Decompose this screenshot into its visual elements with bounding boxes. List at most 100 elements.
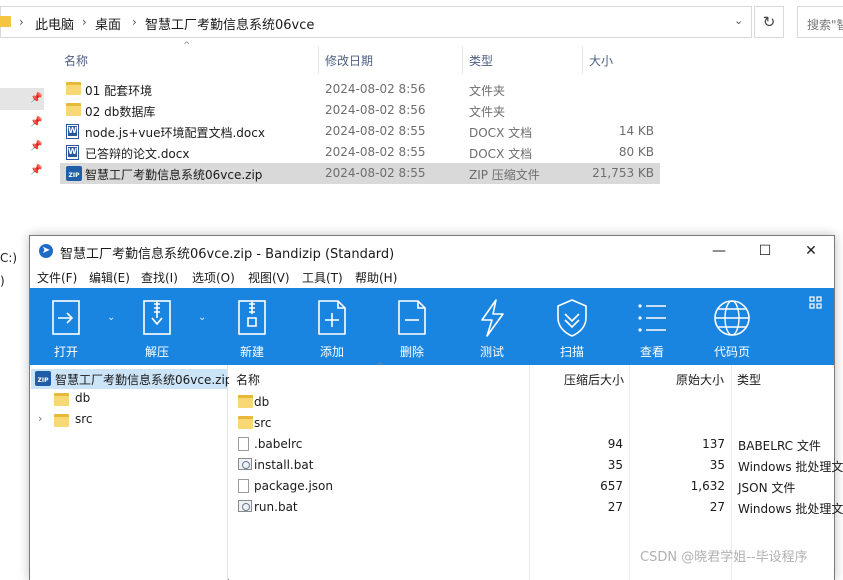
chevron-down-icon[interactable]: ⌄ [734,14,743,27]
column-header-name[interactable]: 名称 [236,371,260,388]
add-button[interactable]: 添加 [300,288,364,365]
entry-name: db [254,395,270,409]
archive-entry-row[interactable]: install.bat 35 35 Windows 批处理文件 [229,455,843,476]
view-label: 查看 [639,345,664,359]
menu-view[interactable]: 视图(V) [248,269,290,286]
archive-entry-row[interactable]: src [229,413,834,434]
delete-label: 删除 [399,345,424,359]
file-row[interactable]: node.js+vue环境配置文档.docx 2024-08-02 8:55 D… [60,121,660,142]
nav-pane-drive-label[interactable]: C:) [0,251,17,265]
add-label: 添加 [319,345,344,359]
column-divider[interactable] [318,46,319,74]
open-dropdown-chevron-icon[interactable]: ⌄ [107,312,115,323]
chevron-right-icon[interactable]: › [38,412,42,425]
breadcrumb-desktop[interactable]: 桌面 [95,14,121,33]
test-lightning-icon [481,299,504,337]
entry-compressed-size: 657 [600,479,623,493]
entry-original-size: 1,632 [690,479,725,493]
batch-file-icon [238,500,252,512]
column-divider[interactable] [462,46,463,74]
minimize-button[interactable]: — [696,236,742,266]
column-header-size[interactable]: 大小 [589,52,613,69]
new-archive-icon [238,300,266,335]
entry-name: package.json [254,479,334,493]
entry-compressed-size: 35 [607,458,623,472]
file-row[interactable]: 01 配套环境 2024-08-02 8:56 文件夹 [60,79,660,100]
tree-item-db[interactable]: db [30,389,226,409]
menu-file[interactable]: 文件(F) [37,269,77,286]
extract-button[interactable]: 解压 [125,288,189,365]
archive-entry-row[interactable]: .babelrc 94 137 BABELRC 文件 [229,434,834,455]
scan-button[interactable]: 扫描 [540,288,604,365]
column-header-compressed-size[interactable]: 压缩后大小 [564,371,624,388]
column-header-type[interactable]: 类型 [737,371,761,388]
extract-dropdown-chevron-icon[interactable]: ⌄ [198,312,206,323]
archive-entry-row[interactable]: db [229,392,834,413]
menu-options[interactable]: 选项(O) [192,269,235,286]
open-button[interactable]: 打开 [34,288,98,365]
grid-layout-icon[interactable] [809,296,823,310]
folder-icon [54,393,69,406]
search-input[interactable]: 搜索"智 [797,6,843,38]
column-header-original-size[interactable]: 原始大小 [676,371,724,388]
maximize-button[interactable]: ☐ [742,236,788,266]
codepage-button[interactable]: 代码页 [700,288,764,365]
bandizip-logo-icon: ➤ [39,244,53,258]
menu-edit[interactable]: 编辑(E) [89,269,130,286]
nav-pane-item-label[interactable]: ) [0,274,5,288]
sort-ascending-icon: ^ [183,41,191,51]
test-button[interactable]: 测试 [460,288,524,365]
batch-file-icon [238,458,252,470]
folder-icon [238,395,253,408]
breadcrumb-current-folder[interactable]: 智慧工厂考勤信息系统06vce [145,14,314,33]
pin-icon: 📌 [30,165,43,176]
menu-tools[interactable]: 工具(T) [302,269,343,286]
tree-root-archive[interactable]: 智慧工厂考勤信息系统06vce.zip [31,369,232,389]
breadcrumb-separator: › [132,15,137,29]
entry-type: JSON 文件 [738,481,796,495]
menu-help[interactable]: 帮助(H) [355,269,397,286]
word-doc-icon [66,124,79,139]
column-header-modified[interactable]: 修改日期 [325,52,373,69]
entry-type: Windows 批处理文件 [738,460,843,474]
column-header-name[interactable]: 名称 [64,52,88,69]
window-title: 智慧工厂考勤信息系统06vce.zip - Bandizip (Standard… [60,247,395,262]
pin-icon: 📌 [30,93,43,104]
file-row[interactable]: 02 db数据库 2024-08-02 8:56 文件夹 [60,100,660,121]
new-archive-label: 新建 [239,345,264,359]
file-size: 21,753 KB [592,166,654,180]
column-divider[interactable] [582,46,583,74]
zip-icon [35,371,51,386]
delete-button[interactable]: 删除 [380,288,444,365]
entry-name: run.bat [254,500,298,514]
tree-item-src[interactable]: › src [30,410,226,430]
tree-root-label: 智慧工厂考勤信息系统06vce.zip [55,373,233,387]
new-archive-button[interactable]: 新建 [220,288,284,365]
breadcrumb-separator: › [82,15,87,29]
title-bar[interactable]: ➤ 智慧工厂考勤信息系统06vce.zip - Bandizip (Standa… [30,236,834,266]
file-row-selected[interactable]: 智慧工厂考勤信息系统06vce.zip 2024-08-02 8:55 ZIP … [60,163,660,184]
column-header-type[interactable]: 类型 [469,52,493,69]
file-modified: 2024-08-02 8:55 [325,166,426,180]
breadcrumb-this-pc[interactable]: 此电脑 [35,14,74,33]
file-modified: 2024-08-02 8:55 [325,145,426,159]
entry-compressed-size: 94 [607,437,623,451]
refresh-button[interactable]: ↻ [754,6,784,38]
extract-icon [143,300,171,335]
scan-shield-icon [557,299,587,337]
folder-icon [66,103,81,116]
entry-type: Windows 批处理文件 [738,502,843,516]
folder-icon [238,416,253,429]
scan-label: 扫描 [559,345,584,359]
address-bar[interactable]: › 此电脑 › 桌面 › 智慧工厂考勤信息系统06vce ⌄ [0,6,752,38]
search-placeholder: 搜索"智 [807,18,843,32]
close-button[interactable]: ✕ [788,236,834,266]
entry-name: src [254,416,272,430]
menu-find[interactable]: 查找(I) [141,269,178,286]
archive-entry-row[interactable]: package.json 657 1,632 JSON 文件 [229,476,834,497]
bandizip-window: ➤ 智慧工厂考勤信息系统06vce.zip - Bandizip (Standa… [29,235,843,580]
file-row[interactable]: 已答辩的论文.docx 2024-08-02 8:55 DOCX 文档 80 K… [60,142,660,163]
archive-entry-row[interactable]: run.bat 27 27 Windows 批处理文件 [229,497,843,518]
file-name: 已答辩的论文.docx [85,147,190,161]
view-button[interactable]: 查看 [620,288,684,365]
